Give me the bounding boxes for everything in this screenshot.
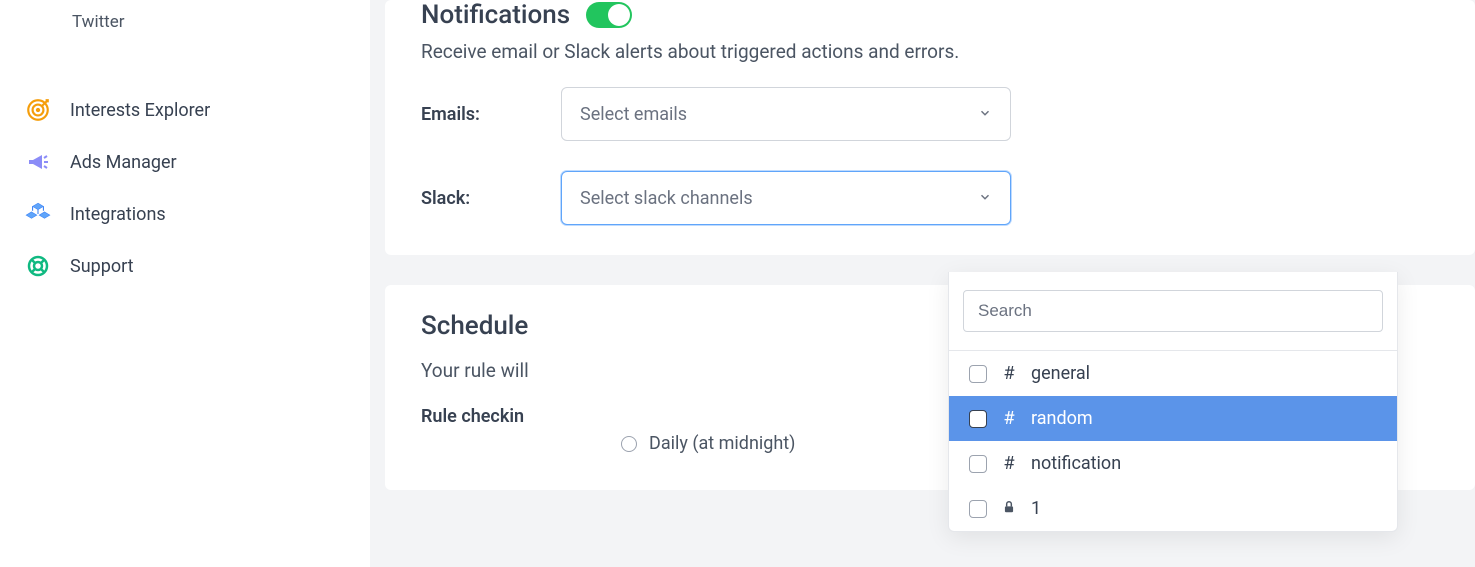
sidebar-item-ads[interactable]: Ads Manager xyxy=(0,136,370,188)
sidebar-item-support[interactable]: Support xyxy=(0,240,370,292)
slack-option-label: random xyxy=(1031,408,1093,429)
sidebar-item-integrations[interactable]: Integrations xyxy=(0,188,370,240)
checkbox-icon xyxy=(969,455,987,473)
sidebar-item-label: Integrations xyxy=(70,204,166,225)
hash-icon: # xyxy=(1001,363,1017,384)
slack-option-random[interactable]: # random xyxy=(949,396,1397,441)
target-icon xyxy=(24,96,52,124)
slack-label: Slack: xyxy=(421,188,561,209)
slack-channels-dropdown: # general # random # notification 1 xyxy=(948,272,1398,532)
sidebar-item-label: Support xyxy=(70,256,134,277)
slack-select[interactable]: Select slack channels xyxy=(561,171,1011,225)
emails-label: Emails: xyxy=(421,104,561,125)
chevron-down-icon xyxy=(978,188,992,209)
cubes-icon xyxy=(24,200,52,228)
slack-search-input[interactable] xyxy=(963,290,1383,332)
lifebuoy-icon xyxy=(24,252,52,280)
rule-checking-label: Rule checkin xyxy=(421,406,561,427)
lock-icon xyxy=(1001,498,1017,519)
slack-option-label: general xyxy=(1031,363,1090,384)
radio-label: Daily (at midnight) xyxy=(649,433,795,454)
notifications-description: Receive email or Slack alerts about trig… xyxy=(421,40,1439,63)
slack-option-general[interactable]: # general xyxy=(949,351,1397,396)
slack-option-label: notification xyxy=(1031,453,1121,474)
sidebar-item-label: Interests Explorer xyxy=(70,100,210,121)
checkbox-icon xyxy=(969,365,987,383)
notifications-card: Notifications Receive email or Slack ale… xyxy=(385,0,1475,255)
slack-placeholder: Select slack channels xyxy=(580,188,753,209)
checkbox-icon xyxy=(969,500,987,518)
slack-option-notification[interactable]: # notification xyxy=(949,441,1397,486)
emails-select[interactable]: Select emails xyxy=(561,87,1011,141)
hash-icon: # xyxy=(1001,408,1017,429)
notifications-toggle[interactable] xyxy=(586,2,632,28)
megaphone-icon xyxy=(24,148,52,176)
sidebar-item-label: Ads Manager xyxy=(70,152,177,173)
notifications-title: Notifications xyxy=(421,0,570,30)
radio-icon xyxy=(621,436,637,452)
slack-option-private-1[interactable]: 1 xyxy=(949,486,1397,531)
sidebar-item-twitter[interactable]: Twitter xyxy=(0,0,370,44)
slack-option-label: 1 xyxy=(1031,498,1041,519)
hash-icon: # xyxy=(1001,453,1017,474)
sidebar-item-interests[interactable]: Interests Explorer xyxy=(0,84,370,136)
main-content: Notifications Receive email or Slack ale… xyxy=(370,0,1475,567)
chevron-down-icon xyxy=(978,104,992,125)
checkbox-icon xyxy=(969,410,987,428)
sidebar: Twitter Interests Explorer Ads Manager xyxy=(0,0,370,567)
sidebar-item-label: Twitter xyxy=(72,12,124,32)
emails-placeholder: Select emails xyxy=(580,104,687,125)
